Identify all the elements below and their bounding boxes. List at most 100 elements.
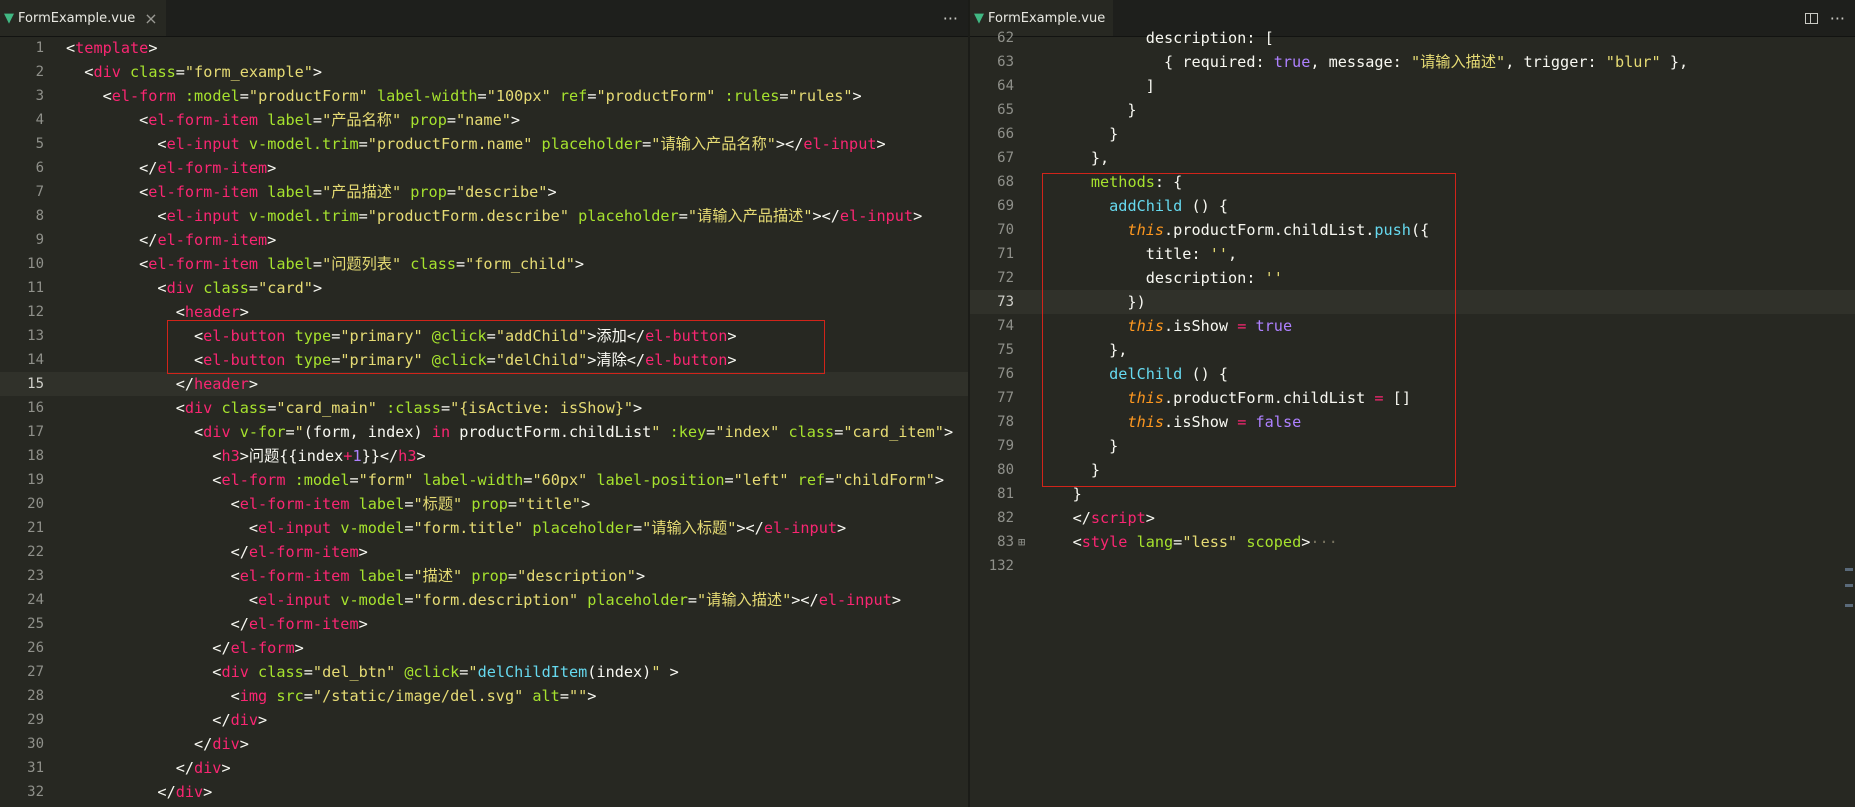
code-line[interactable]: 132 <box>970 554 1855 578</box>
code-line[interactable]: 8 <el-input v-model.trim="productForm.de… <box>0 204 968 228</box>
code-line[interactable]: 20 <el-form-item label="标题" prop="title"… <box>0 492 968 516</box>
code-text: this.productForm.childList.push({ <box>1127 221 1430 239</box>
code-text: </div> <box>66 711 268 729</box>
line-number: 5 <box>35 136 44 152</box>
code-line[interactable]: 63 { required: true, message: "请输入描述", t… <box>970 50 1855 74</box>
fold-icon[interactable]: ⊞ <box>1018 530 1025 554</box>
more-actions-icon[interactable]: ··· <box>943 9 958 28</box>
code-line[interactable]: 11 <div class="card"> <box>0 276 968 300</box>
code-line[interactable]: 7 <el-form-item label="产品描述" prop="descr… <box>0 180 968 204</box>
line-number: 82 <box>997 510 1014 526</box>
code-line[interactable]: 65 } <box>970 98 1855 122</box>
code-line[interactable]: 5 <el-input v-model.trim="productForm.na… <box>0 132 968 156</box>
code-text: } <box>1036 125 1119 143</box>
more-actions-icon[interactable]: ··· <box>1830 9 1845 28</box>
code-line[interactable]: 64 ] <box>970 74 1855 98</box>
code-line[interactable]: 77 this.productForm.childList = [] <box>970 386 1855 410</box>
code-line[interactable]: 74 this.isShow = true <box>970 314 1855 338</box>
line-number: 29 <box>27 712 44 728</box>
code-line[interactable]: 16 <div class="card_main" :class="{isAct… <box>0 396 968 420</box>
code-line[interactable]: 79 } <box>970 434 1855 458</box>
code-line[interactable]: 69 addChild () { <box>970 194 1855 218</box>
code-line[interactable]: 82 </script> <box>970 506 1855 530</box>
line-number: 79 <box>997 438 1014 454</box>
right-code-area[interactable]: 62 description: [63 { required: true, me… <box>970 29 1855 807</box>
code-line[interactable]: 83 ⊞ <style lang="less" scoped>··· <box>970 530 1855 554</box>
code-line[interactable]: 80 } <box>970 458 1855 482</box>
code-line[interactable]: 31 </div> <box>0 756 968 780</box>
code-line[interactable]: 75 }, <box>970 338 1855 362</box>
code-line[interactable]: 68 methods: { <box>970 170 1855 194</box>
tab-title: FormExample.vue <box>988 10 1106 26</box>
code-line[interactable]: 22 </el-form-item> <box>0 540 968 564</box>
code-line[interactable]: 1 <template> <box>0 36 968 60</box>
code-text: </el-form-item> <box>66 231 277 249</box>
close-icon[interactable]: × <box>144 9 157 28</box>
line-number: 23 <box>27 568 44 584</box>
code-text: <el-button type="primary" @click="addChi… <box>66 327 737 345</box>
code-line[interactable]: 62 description: [ <box>970 26 1855 50</box>
code-line[interactable]: 18 <h3>问题{{index+1}}</h3> <box>0 444 968 468</box>
code-text: <div class="card_main" :class="{isActive… <box>66 399 643 417</box>
code-text: this.isShow = true <box>1127 317 1293 335</box>
code-line[interactable]: 72 description: '' <box>970 266 1855 290</box>
code-line[interactable]: 15 </header> <box>0 372 968 396</box>
code-line[interactable]: 30 </div> <box>0 732 968 756</box>
code-line[interactable]: 19 <el-form :model="form" label-width="6… <box>0 468 968 492</box>
left-code-area[interactable]: 1 <template> 2 <div class="form_example"> 3… <box>0 36 968 807</box>
code-line[interactable]: 78 this.isShow = false <box>970 410 1855 434</box>
line-number: 70 <box>997 222 1014 238</box>
code-line[interactable]: 14 <el-button type="primary" @click="del… <box>0 348 968 372</box>
line-number: 78 <box>997 414 1014 430</box>
code-line[interactable]: 23 <el-form-item label="描述" prop="descri… <box>0 564 968 588</box>
code-line[interactable]: 73 }) <box>970 290 1855 314</box>
scrollbar[interactable] <box>1841 36 1855 807</box>
code-line[interactable]: 70 this.productForm.childList.push({ <box>970 218 1855 242</box>
line-number: 63 <box>997 54 1014 70</box>
vue-logo-icon: ▼ <box>4 10 14 26</box>
code-text: </div> <box>66 735 249 753</box>
line-number: 1 <box>35 40 44 56</box>
code-text: } <box>1036 485 1082 503</box>
left-editor-pane: ▼ FormExample.vue × ··· 1 <template> 2 <di… <box>0 0 968 807</box>
code-line[interactable]: 28 <img src="/static/image/del.svg" alt=… <box>0 684 968 708</box>
code-line[interactable]: 27 <div class="del_btn" @click="delChild… <box>0 660 968 684</box>
line-number: 64 <box>997 78 1014 94</box>
code-text: } <box>1036 461 1101 479</box>
code-line[interactable]: 10 <el-form-item label="问题列表" class="for… <box>0 252 968 276</box>
line-number: 69 <box>997 198 1014 214</box>
code-line[interactable]: 12 <header> <box>0 300 968 324</box>
code-line[interactable]: 4 <el-form-item label="产品名称" prop="name"… <box>0 108 968 132</box>
code-line[interactable]: 24 <el-input v-model="form.description" … <box>0 588 968 612</box>
code-line[interactable]: 67 }, <box>970 146 1855 170</box>
line-number: 27 <box>27 664 44 680</box>
split-editor-icon[interactable] <box>1804 12 1818 24</box>
code-line[interactable]: 17 <div v-for="(form, index) in productF… <box>0 420 968 444</box>
code-line[interactable]: 32 </div> <box>0 780 968 804</box>
line-number: 3 <box>35 88 44 104</box>
code-line[interactable]: 25 </el-form-item> <box>0 612 968 636</box>
code-line[interactable]: 81 } <box>970 482 1855 506</box>
line-number: 32 <box>27 784 44 800</box>
code-text: <el-form :model="form" label-width="60px… <box>66 471 945 489</box>
code-text: </el-form-item> <box>66 615 368 633</box>
code-line[interactable]: 76 delChild () { <box>970 362 1855 386</box>
code-text: <el-button type="primary" @click="delChi… <box>66 351 737 369</box>
code-line[interactable]: 2 <div class="form_example"> <box>0 60 968 84</box>
code-line[interactable]: 9 </el-form-item> <box>0 228 968 252</box>
code-text: description: '' <box>1145 269 1283 287</box>
code-line[interactable]: 66 } <box>970 122 1855 146</box>
code-line[interactable]: 3 <el-form :model="productForm" label-wi… <box>0 84 968 108</box>
code-line[interactable]: 29 </div> <box>0 708 968 732</box>
tab-formexample-vue-left[interactable]: ▼ FormExample.vue × <box>0 0 166 36</box>
code-text: </header> <box>66 375 259 393</box>
code-line[interactable]: 26 </el-form> <box>0 636 968 660</box>
line-number: 9 <box>35 232 44 248</box>
code-line[interactable]: 6 </el-form-item> <box>0 156 968 180</box>
code-line[interactable]: 71 title: '', <box>970 242 1855 266</box>
code-line[interactable]: 13 <el-button type="primary" @click="add… <box>0 324 968 348</box>
code-text: <div class="del_btn" @click="delChildIte… <box>66 663 679 681</box>
code-line[interactable]: 21 <el-input v-model="form.title" placeh… <box>0 516 968 540</box>
code-text: <div class="form_example"> <box>66 63 323 81</box>
code-text: addChild () { <box>1109 197 1229 215</box>
